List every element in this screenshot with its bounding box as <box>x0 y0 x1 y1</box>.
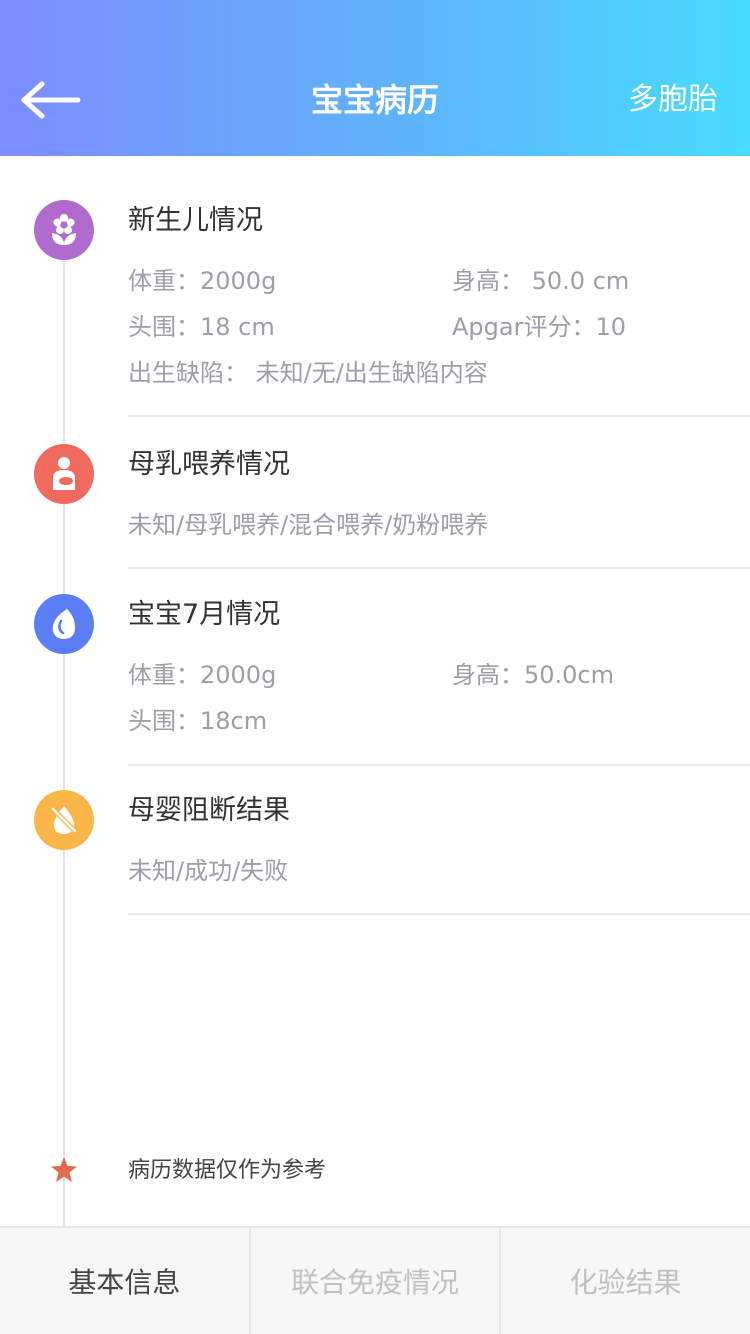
tab-lab-results[interactable]: 化验结果 <box>499 1228 750 1334</box>
section-title-newborn: 新生儿情况 <box>128 205 263 236</box>
divider <box>128 764 750 766</box>
section-title-seven-month: 宝宝7月情况 <box>128 599 281 630</box>
tab-joint-immunization[interactable]: 联合免疫情况 <box>248 1228 500 1334</box>
blocked-drop-icon <box>34 790 94 850</box>
divider <box>128 415 750 417</box>
star-icon <box>51 1157 77 1182</box>
divider <box>128 567 750 569</box>
nursing-mother-icon <box>34 444 94 504</box>
divider <box>128 913 750 915</box>
reference-note: 病历数据仅作为参考 <box>128 1158 327 1183</box>
seven-month-head: 头围：18cm <box>128 707 268 735</box>
seven-month-height: 身高：50.0cm <box>452 661 615 689</box>
newborn-apgar: Apgar评分：10 <box>452 313 626 341</box>
multiple-birth-button[interactable]: 多胞胎 <box>628 78 718 122</box>
section-title-blocking: 母婴阻断结果 <box>128 795 290 826</box>
newborn-weight: 体重：2000g <box>128 267 277 295</box>
tab-basic-info[interactable]: 基本信息 <box>0 1228 249 1334</box>
drop-icon <box>34 594 94 654</box>
newborn-head: 头围：18 cm <box>128 313 275 341</box>
seven-month-weight: 体重：2000g <box>128 661 277 689</box>
bottom-tab-bar: 基本信息 联合免疫情况 化验结果 <box>0 1226 750 1334</box>
feeding-value: 未知/母乳喂养/混合喂养/奶粉喂养 <box>128 511 489 539</box>
newborn-defect: 出生缺陷： 未知/无/出生缺陷内容 <box>128 359 488 387</box>
flower-icon <box>34 200 94 260</box>
timeline-line <box>63 230 65 1230</box>
blocking-value: 未知/成功/失败 <box>128 857 289 885</box>
newborn-height: 身高： 50.0 cm <box>452 267 630 295</box>
section-title-feeding: 母乳喂养情况 <box>128 449 290 480</box>
header-bar: 宝宝病历 多胞胎 <box>0 0 750 156</box>
